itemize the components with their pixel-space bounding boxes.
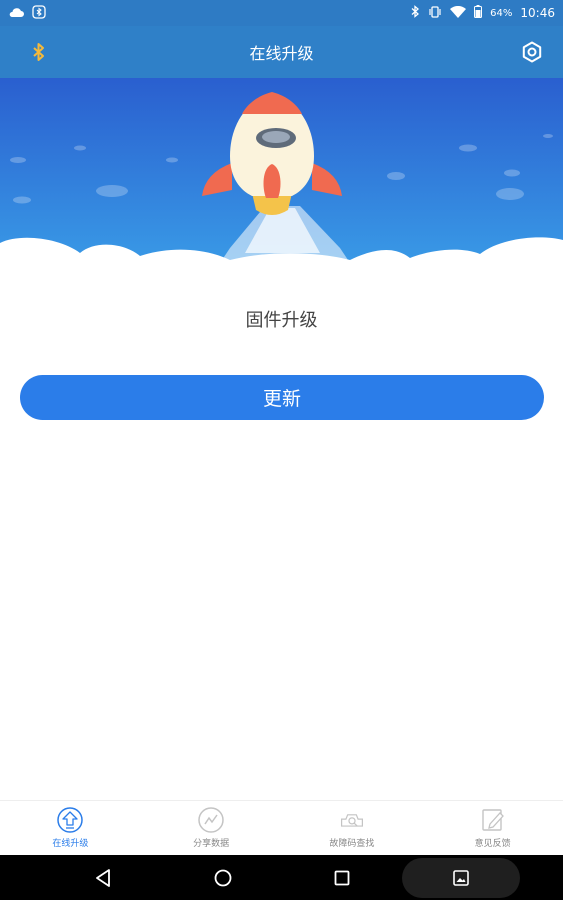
battery-percent: 64% [490,7,513,19]
system-nav-bar [0,855,563,900]
firmware-upgrade-label: 固件升级 [245,310,318,331]
status-bar: 64% 10:46 [0,0,563,26]
back-icon[interactable] [90,855,116,900]
cloud-icon [8,6,24,21]
page-title: 在线升级 [249,44,314,63]
wifi-icon [450,5,467,21]
clock: 10:46 [520,6,555,20]
recents-icon[interactable] [332,855,352,900]
settings-gear-icon[interactable] [519,39,545,65]
update-button[interactable]: 更新 [20,375,544,420]
bottom-tab-bar: 在线升级 分享数据 故障码查找 意见反馈 [0,800,563,856]
fault-code-icon [339,807,365,833]
status-right: 64% 10:46 [411,5,555,21]
tab-label: 故障码查找 [329,839,375,849]
tab-label: 意见反馈 [474,839,511,849]
hero-illustration [0,78,563,278]
vibrate-icon [428,5,442,21]
tab-fault-code-search[interactable]: 故障码查找 [302,801,402,849]
status-left [8,4,46,22]
bluetooth-icon [411,5,420,21]
tab-online-upgrade[interactable]: 在线升级 [20,801,120,849]
tab-feedback[interactable]: 意见反馈 [443,801,543,849]
battery-icon [474,5,483,21]
upgrade-icon [57,807,84,833]
screenshot-icon[interactable] [451,855,471,900]
tab-label: 在线升级 [52,839,89,849]
share-data-icon [198,807,224,833]
bluetooth-notification-icon [32,4,46,22]
feedback-icon [480,807,506,833]
tab-label: 分享数据 [193,839,230,849]
app-bar: 在线升级 [0,26,563,78]
home-icon[interactable] [211,855,235,900]
bluetooth-icon[interactable] [26,39,52,65]
tab-share-data[interactable]: 分享数据 [161,801,261,849]
